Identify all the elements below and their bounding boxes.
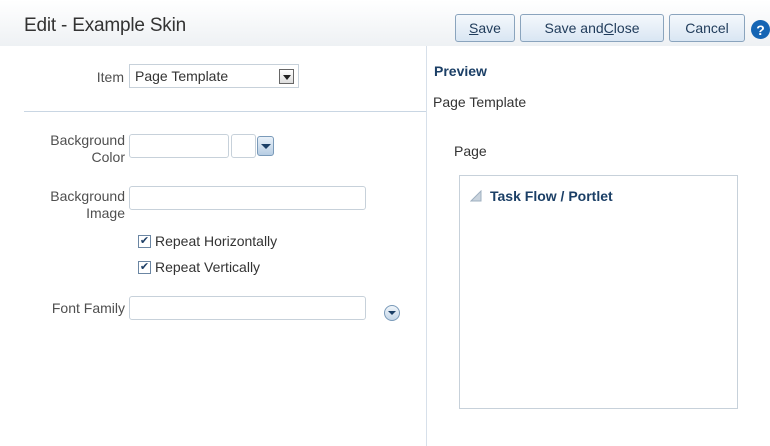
cancel-button[interactable]: Cancel <box>669 14 745 42</box>
save-close-rest: lose <box>613 20 640 36</box>
repeat-vertically-checkbox[interactable]: ✔ Repeat Vertically <box>138 259 260 275</box>
save-close-mnemonic: C <box>603 20 614 36</box>
background-color-input[interactable] <box>129 134 229 158</box>
background-color-label: Background Color <box>24 132 125 166</box>
item-label: Item <box>96 69 124 85</box>
preview-portlet-box: Task Flow / Portlet <box>459 175 738 409</box>
background-color-label-line1: Background <box>50 132 125 148</box>
preview-page-label: Page <box>454 143 487 159</box>
background-image-label-line1: Background <box>50 188 125 204</box>
portlet-title: Task Flow / Portlet <box>490 188 613 204</box>
save-mnemonic: S <box>469 20 479 36</box>
font-family-dropdown-icon[interactable] <box>384 305 400 321</box>
repeat-vertically-label: Repeat Vertically <box>155 259 261 275</box>
checkbox-checked-icon[interactable]: ✔ <box>138 234 151 248</box>
checkbox-checked-icon[interactable]: ✔ <box>138 260 151 274</box>
preview-heading: Preview <box>434 63 487 79</box>
save-close-prefix: Save and <box>544 20 604 36</box>
item-select-value: Page Template <box>135 68 229 84</box>
background-image-label: Background Image <box>24 188 125 222</box>
repeat-horizontally-label: Repeat Horizontally <box>155 233 278 249</box>
save-label-rest: ave <box>478 20 501 36</box>
color-swatch[interactable] <box>231 134 256 158</box>
item-select[interactable]: Page Template <box>129 64 299 88</box>
repeat-horizontally-checkbox[interactable]: ✔ Repeat Horizontally <box>138 233 277 249</box>
section-divider <box>24 111 427 112</box>
title-bar: Edit - Example Skin Save Save and Close … <box>0 0 770 46</box>
save-and-close-button[interactable]: Save and Close <box>520 14 664 42</box>
portlet-header: Task Flow / Portlet <box>470 188 613 204</box>
background-image-label-line2: Image <box>86 205 125 221</box>
color-picker-dropdown-icon[interactable] <box>257 136 274 156</box>
background-color-label-line2: Color <box>91 149 125 165</box>
pane-divider <box>426 46 427 446</box>
dialog-title: Edit - Example Skin <box>24 15 186 36</box>
help-icon[interactable]: ? <box>751 20 770 39</box>
preview-subheading: Page Template <box>433 94 527 110</box>
font-family-input[interactable] <box>129 296 366 320</box>
background-image-input[interactable] <box>129 186 366 210</box>
expand-triangle-icon[interactable] <box>470 190 482 202</box>
font-family-label: Font Family <box>51 300 125 316</box>
chevron-down-icon[interactable] <box>279 69 294 84</box>
save-button[interactable]: Save <box>455 14 515 42</box>
